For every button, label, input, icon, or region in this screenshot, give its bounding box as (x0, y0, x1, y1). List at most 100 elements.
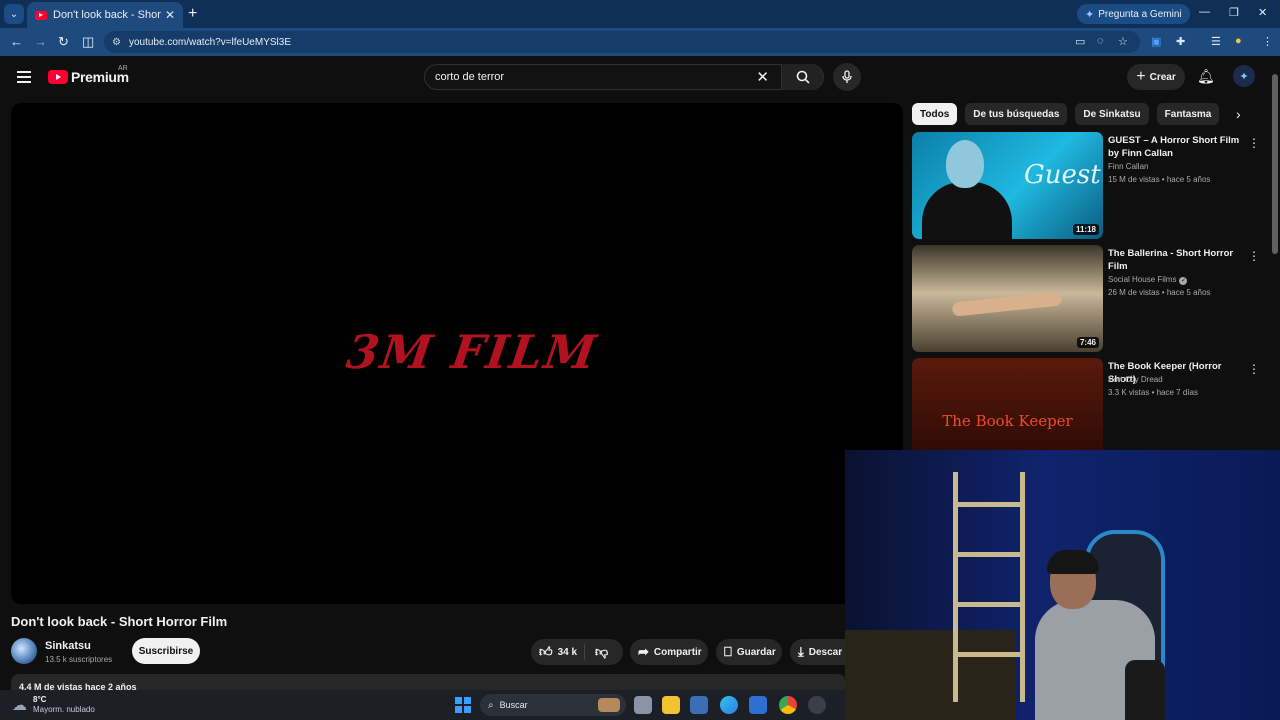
like-button[interactable]: 👍︎ 34 k (531, 644, 585, 660)
extensions-puzzle-icon[interactable]: ✚ (1176, 35, 1185, 48)
channel-name[interactable]: Sinkatsu (45, 640, 91, 652)
thumbnail-figure (922, 182, 1012, 239)
new-tab-button[interactable]: + (188, 5, 197, 23)
recommendation-meta: 26 M de vistas • hace 5 años (1108, 288, 1211, 297)
browser-toolbar: ← → ↻ ◫ ⚙ youtube.com/watch?v=lfeUeMYSl3… (0, 28, 1280, 56)
subscriber-count: 13.5 k suscriptores (45, 655, 113, 664)
like-count: 34 k (557, 646, 578, 658)
filter-chip[interactable]: De Sinkatsu (1075, 103, 1149, 125)
search-input[interactable]: corto de terror (425, 71, 756, 83)
microphone-icon (842, 70, 852, 83)
thumbnail-text: Guest (1024, 160, 1101, 190)
weather-widget[interactable]: ☁ 8°C Mayorm. nublado (12, 695, 95, 715)
recommendation-channel[interactable]: Finn Callan (1108, 162, 1148, 171)
minimize-icon[interactable]: — (1199, 6, 1210, 18)
reload-icon[interactable]: ↻ (58, 34, 69, 50)
start-button[interactable] (455, 697, 471, 713)
windows-taskbar: ☁ 8°C Mayorm. nublado ⌕ Buscar (0, 690, 845, 720)
split-view-icon[interactable]: ◫ (82, 34, 94, 50)
edge-browser-icon[interactable] (720, 696, 738, 714)
search-icon: ⌕ (488, 699, 494, 711)
scrollbar-thumb[interactable] (1272, 74, 1278, 254)
browser-tab-strip: ⌄ Don't look back - Short Horror Film ✕ … (0, 0, 1280, 28)
search-icon (796, 70, 810, 84)
close-tab-icon[interactable]: ✕ (165, 8, 175, 22)
task-view-icon[interactable] (634, 696, 652, 714)
player-frame-logo: 3M FILM (343, 325, 602, 379)
recommendation-item[interactable]: 7:46 The Ballerina - Short Horror Film S… (912, 245, 1266, 353)
recommendation-channel[interactable]: Port City Dread (1108, 375, 1163, 384)
webcam-shelf (953, 472, 1025, 702)
recommendation-title[interactable]: The Ballerina - Short Horror Film (1108, 247, 1246, 273)
download-label: Descar (808, 646, 843, 658)
file-explorer-icon[interactable] (662, 696, 680, 714)
search-button[interactable] (781, 64, 823, 90)
verified-check-icon: ✓ (1179, 277, 1188, 285)
account-avatar[interactable]: ✦ (1233, 65, 1255, 87)
filter-chip[interactable]: Fantasma (1156, 103, 1220, 125)
video-thumbnail[interactable]: Guest 11:18 (912, 132, 1103, 239)
recommendation-item[interactable]: Guest 11:18 GUEST – A Horror Short Film … (912, 132, 1266, 240)
widgets-icon[interactable] (690, 696, 708, 714)
back-icon[interactable]: ← (10, 34, 23, 49)
tab-search-button[interactable]: ⌄ (4, 4, 24, 24)
profile-avatar-icon[interactable]: ● (1235, 35, 1242, 47)
close-window-icon[interactable]: ✕ (1258, 6, 1267, 19)
bookmark-star-icon[interactable]: ☆ (1118, 35, 1128, 48)
url-text: youtube.com/watch?v=lfeUeMYSl3E (128, 36, 291, 48)
channel-avatar[interactable] (11, 638, 37, 664)
weather-condition: Mayorm. nublado (33, 705, 95, 714)
recommendation-title[interactable]: GUEST – A Horror Short Film by Finn Call… (1108, 134, 1246, 160)
more-actions-icon[interactable]: ⋮ (1248, 136, 1260, 150)
create-button[interactable]: + Crear (1127, 64, 1185, 90)
video-player[interactable]: 3M FILM (11, 103, 903, 604)
chrome-browser-icon[interactable] (779, 696, 797, 714)
notifications-bell-icon[interactable]: 🔔︎ (1197, 68, 1215, 85)
guide-menu-icon[interactable] (17, 71, 31, 86)
video-duration: 7:46 (1076, 337, 1099, 348)
chevron-right-icon[interactable]: › (1236, 106, 1241, 122)
gemini-spark-icon: ✦ (1085, 8, 1095, 21)
dislike-button[interactable]: 👎︎ (595, 644, 608, 660)
save-button[interactable]: ⎕ Guardar (716, 639, 782, 665)
recommendation-channel[interactable]: Social House Films ✓ (1108, 275, 1188, 285)
related-chips: Todos De tus búsquedas De Sinkatsu Fantasma… (912, 103, 1226, 125)
search-box[interactable]: corto de terror ✕ (424, 64, 824, 90)
microsoft-store-icon[interactable] (749, 696, 767, 714)
download-icon: ⤓ (798, 644, 804, 659)
plus-icon: + (1136, 68, 1146, 85)
taskbar-search[interactable]: ⌕ Buscar (480, 694, 626, 716)
gemini-label: Pregunta a Gemini (1098, 8, 1182, 20)
browser-menu-icon[interactable]: ⋮ (1262, 35, 1273, 48)
eye-off-icon[interactable]: ◌ (1097, 35, 1104, 47)
youtube-play-icon (48, 70, 68, 84)
recommendation-meta: 15 M de vistas • hace 5 años (1108, 175, 1211, 184)
cast-icon[interactable]: ▭ (1075, 35, 1085, 48)
filter-chip[interactable]: De tus búsquedas (965, 103, 1068, 125)
obs-app-icon[interactable] (808, 696, 826, 714)
thumbnail-face (946, 140, 984, 188)
site-info-icon[interactable]: ⚙ (112, 37, 121, 48)
ask-gemini-button[interactable]: ✦ Pregunta a Gemini (1077, 4, 1190, 24)
share-arrow-icon: ➦ (638, 644, 649, 659)
reading-list-icon[interactable]: ☰ (1211, 35, 1221, 48)
address-bar[interactable]: ⚙ youtube.com/watch?v=lfeUeMYSl3E (104, 31, 1140, 53)
filter-chip[interactable]: Todos (912, 103, 958, 125)
more-actions-icon[interactable]: ⋮ (1248, 362, 1260, 376)
create-label: Crear (1149, 71, 1176, 83)
forward-icon[interactable]: → (34, 34, 47, 49)
browser-tab-active[interactable]: Don't look back - Short Horror Film ✕ (27, 2, 183, 28)
share-label: Compartir (653, 646, 702, 658)
restore-icon[interactable]: ❐ (1229, 6, 1239, 19)
youtube-logo[interactable]: Premium AR (48, 65, 129, 85)
clear-search-icon[interactable]: ✕ (756, 68, 769, 86)
extension-icon[interactable]: ▣ (1151, 35, 1161, 48)
voice-search-button[interactable] (833, 63, 861, 91)
video-thumbnail[interactable]: 7:46 (912, 245, 1103, 352)
subscribe-button[interactable]: Suscribirse (132, 638, 200, 664)
search-highlight-icon (598, 698, 620, 712)
thumbnail-hand (951, 291, 1063, 317)
more-actions-icon[interactable]: ⋮ (1248, 249, 1260, 263)
video-thumbnail[interactable]: The Book Keeper (912, 358, 1103, 465)
share-button[interactable]: ➦ Compartir (630, 639, 708, 665)
